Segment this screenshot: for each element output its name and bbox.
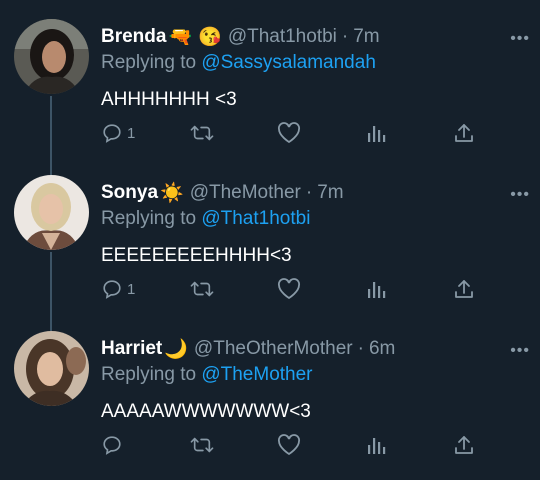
- avatar[interactable]: [14, 331, 89, 406]
- tweet-text: AHHHHHHH <3: [101, 89, 237, 110]
- reply-button[interactable]: 1: [101, 274, 135, 304]
- tweet-text: AAAAAWWWWWWW<3: [101, 401, 311, 422]
- reply-handle-link[interactable]: @Sassysalamandah: [201, 52, 376, 73]
- display-name[interactable]: Harriet: [101, 338, 162, 360]
- tweet-text: EEEEEEEEEHHHH<3: [101, 245, 292, 266]
- more-options-icon[interactable]: •••: [510, 342, 530, 360]
- reply-handle-link[interactable]: @TheMother: [201, 364, 312, 385]
- retweet-button[interactable]: [189, 430, 215, 460]
- like-button[interactable]: [277, 274, 301, 304]
- share-icon: [453, 122, 475, 144]
- kiss-emoji: 😘: [198, 27, 222, 48]
- avatar[interactable]: [14, 175, 89, 250]
- separator-dot: ·: [357, 338, 364, 359]
- user-handle[interactable]: @TheOtherMother: [194, 338, 353, 360]
- pistol-emoji: 🔫: [168, 27, 193, 48]
- avatar[interactable]: [14, 19, 89, 94]
- like-icon: [277, 122, 301, 144]
- analytics-button[interactable]: [365, 430, 387, 460]
- reply-button[interactable]: [101, 430, 127, 460]
- share-button[interactable]: [453, 430, 475, 460]
- like-button[interactable]: [277, 118, 301, 148]
- display-name[interactable]: Brenda: [101, 26, 166, 48]
- display-name[interactable]: Sonya: [101, 182, 158, 204]
- retweet-button[interactable]: [189, 274, 215, 304]
- share-button[interactable]: [453, 118, 475, 148]
- reply-icon: [101, 434, 123, 456]
- user-handle[interactable]: @That1hotbi: [228, 26, 337, 48]
- moon-emoji: 🌙: [164, 339, 188, 360]
- share-button[interactable]: [453, 274, 475, 304]
- tweet[interactable]: Sonya ☀️ @TheMother · 7m Replying to @Th…: [0, 156, 540, 312]
- analytics-button[interactable]: [365, 274, 387, 304]
- retweet-icon: [189, 278, 215, 300]
- reply-icon: [101, 122, 123, 144]
- separator-dot: ·: [305, 182, 313, 203]
- like-button[interactable]: [277, 430, 301, 460]
- analytics-button[interactable]: [365, 118, 387, 148]
- like-icon: [277, 278, 301, 300]
- reply-icon: [101, 278, 123, 300]
- replying-to-label: Replying to: [101, 52, 197, 73]
- more-options-icon[interactable]: •••: [510, 30, 530, 48]
- separator-dot: ·: [341, 26, 349, 47]
- analytics-icon: [365, 278, 387, 300]
- retweet-icon: [189, 434, 215, 456]
- sun-emoji: ☀️: [160, 183, 184, 204]
- retweet-button[interactable]: [189, 118, 215, 148]
- timestamp[interactable]: 6m: [369, 338, 395, 360]
- reply-handle-link[interactable]: @That1hotbi: [201, 208, 310, 229]
- share-icon: [453, 278, 475, 300]
- timestamp[interactable]: 7m: [353, 26, 379, 48]
- timestamp[interactable]: 7m: [317, 182, 343, 204]
- retweet-icon: [189, 122, 215, 144]
- reply-count: 1: [127, 124, 136, 142]
- reply-count: 1: [127, 280, 136, 298]
- replying-to-label: Replying to: [101, 364, 197, 385]
- share-icon: [453, 434, 475, 456]
- user-handle[interactable]: @TheMother: [190, 182, 301, 204]
- reply-button[interactable]: 1: [101, 118, 135, 148]
- like-icon: [277, 434, 301, 456]
- more-options-icon[interactable]: •••: [510, 186, 530, 204]
- analytics-icon: [365, 122, 387, 144]
- tweet[interactable]: Brenda 🔫 😘 @That1hotbi · 7m Replying to …: [0, 0, 540, 156]
- tweet[interactable]: Harriet 🌙 @TheOtherMother · 6m Replying …: [0, 312, 540, 468]
- replying-to-label: Replying to: [101, 208, 197, 229]
- analytics-icon: [365, 434, 387, 456]
